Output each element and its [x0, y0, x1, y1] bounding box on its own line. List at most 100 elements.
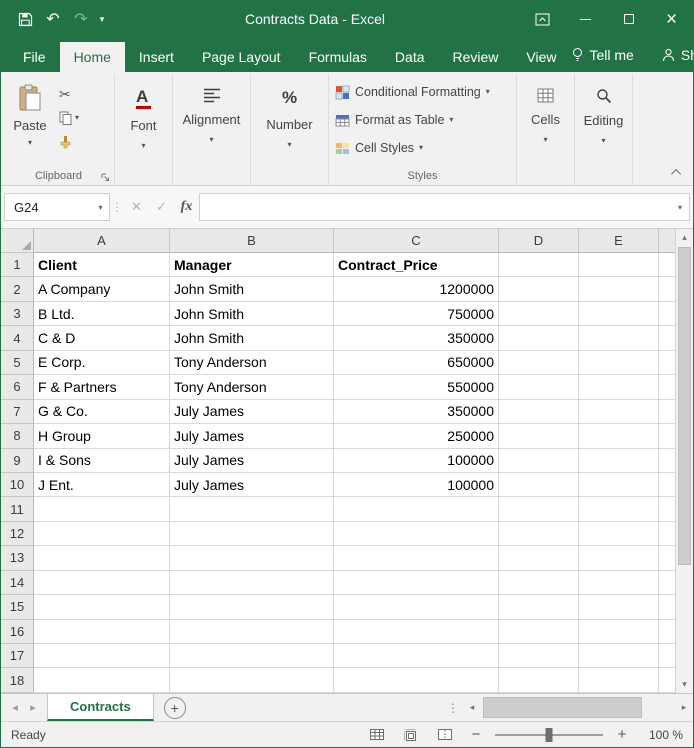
name-box[interactable]: G24 ▾: [4, 193, 110, 221]
row-header-5[interactable]: 5: [1, 351, 34, 375]
zoom-slider[interactable]: [495, 727, 603, 743]
horizontal-scroll-track[interactable]: [481, 694, 675, 721]
scroll-left-button[interactable]: ◂: [463, 694, 481, 721]
row-header-4[interactable]: 4: [1, 326, 34, 350]
cell-A17[interactable]: [34, 644, 170, 668]
vertical-scrollbar[interactable]: ▴ ▾: [675, 229, 693, 693]
maximize-button[interactable]: [607, 1, 650, 37]
row-header-9[interactable]: 9: [1, 449, 34, 473]
cell-D4[interactable]: [499, 326, 579, 350]
cell-A11[interactable]: [34, 497, 170, 521]
tab-review[interactable]: Review: [439, 42, 513, 72]
cell-D11[interactable]: [499, 497, 579, 521]
cell-B13[interactable]: [170, 546, 334, 570]
clipboard-dialog-launcher[interactable]: [101, 173, 110, 182]
share-button[interactable]: Share: [662, 47, 694, 63]
insert-function-button[interactable]: fx: [174, 193, 199, 221]
cancel-entry-button[interactable]: ✕: [124, 193, 149, 221]
cell-E3[interactable]: [579, 302, 659, 326]
cell-E12[interactable]: [579, 522, 659, 546]
cell-E14[interactable]: [579, 571, 659, 595]
scroll-right-button[interactable]: ▸: [675, 694, 693, 721]
cell-B8[interactable]: July James: [170, 424, 334, 448]
cut-button[interactable]: ✂: [59, 84, 79, 104]
cell-C1[interactable]: Contract_Price: [334, 253, 499, 277]
cell-E17[interactable]: [579, 644, 659, 668]
format-as-table-button[interactable]: Format as Table ▾: [331, 108, 514, 132]
cell-C17[interactable]: [334, 644, 499, 668]
page-break-preview-button[interactable]: [433, 725, 457, 745]
cell-D10[interactable]: [499, 473, 579, 497]
enter-entry-button[interactable]: ✓: [149, 193, 174, 221]
cell-D12[interactable]: [499, 522, 579, 546]
cell-D5[interactable]: [499, 351, 579, 375]
cell-D13[interactable]: [499, 546, 579, 570]
cell-A9[interactable]: I & Sons: [34, 449, 170, 473]
font-group-button[interactable]: A Font ▾: [117, 76, 170, 185]
cell-B4[interactable]: John Smith: [170, 326, 334, 350]
cell-C16[interactable]: [334, 620, 499, 644]
cell-C4[interactable]: 350000: [334, 326, 499, 350]
cell-E7[interactable]: [579, 400, 659, 424]
format-painter-button[interactable]: [59, 132, 79, 152]
tab-file[interactable]: File: [9, 42, 60, 72]
expand-formula-bar-icon[interactable]: ▾: [671, 203, 689, 212]
conditional-formatting-button[interactable]: Conditional Formatting ▾: [331, 80, 514, 104]
cell-C3[interactable]: 750000: [334, 302, 499, 326]
cell-B18[interactable]: [170, 668, 334, 692]
cell-A14[interactable]: [34, 571, 170, 595]
cell-E9[interactable]: [579, 449, 659, 473]
cell-E6[interactable]: [579, 375, 659, 399]
row-header-11[interactable]: 11: [1, 497, 34, 521]
cell-C10[interactable]: 100000: [334, 473, 499, 497]
cell-E1[interactable]: [579, 253, 659, 277]
tab-data[interactable]: Data: [381, 42, 439, 72]
ribbon-display-options-button[interactable]: [521, 1, 564, 37]
redo-button[interactable]: ↷: [67, 4, 95, 34]
horizontal-scroll-thumb[interactable]: [483, 697, 642, 718]
cell-E8[interactable]: [579, 424, 659, 448]
number-group-button[interactable]: % Number ▾: [253, 76, 326, 185]
cell-B16[interactable]: [170, 620, 334, 644]
cell-E18[interactable]: [579, 668, 659, 692]
cell-A16[interactable]: [34, 620, 170, 644]
cell-B6[interactable]: Tony Anderson: [170, 375, 334, 399]
cell-E15[interactable]: [579, 595, 659, 619]
cell-B10[interactable]: July James: [170, 473, 334, 497]
cell-D14[interactable]: [499, 571, 579, 595]
cell-D16[interactable]: [499, 620, 579, 644]
cell-B2[interactable]: John Smith: [170, 277, 334, 301]
cell-C13[interactable]: [334, 546, 499, 570]
tab-view[interactable]: View: [512, 42, 570, 72]
tab-home[interactable]: Home: [60, 42, 125, 72]
vertical-scroll-thumb[interactable]: [678, 247, 691, 565]
cell-B3[interactable]: John Smith: [170, 302, 334, 326]
column-header-B[interactable]: B: [170, 229, 334, 253]
horizontal-scrollbar[interactable]: ◂ ▸: [463, 694, 693, 721]
cell-C6[interactable]: 550000: [334, 375, 499, 399]
cell-B12[interactable]: [170, 522, 334, 546]
sheet-tab-contracts[interactable]: Contracts: [47, 694, 154, 721]
scroll-down-button[interactable]: ▾: [676, 676, 693, 693]
cell-A10[interactable]: J Ent.: [34, 473, 170, 497]
next-sheet-button[interactable]: ▸: [25, 701, 41, 714]
undo-button[interactable]: ↶: [39, 4, 67, 34]
column-header-E[interactable]: E: [579, 229, 659, 253]
cell-E16[interactable]: [579, 620, 659, 644]
row-header-7[interactable]: 7: [1, 400, 34, 424]
row-header-6[interactable]: 6: [1, 375, 34, 399]
save-button[interactable]: [11, 4, 39, 34]
cell-D8[interactable]: [499, 424, 579, 448]
cell-C11[interactable]: [334, 497, 499, 521]
alignment-group-button[interactable]: Alignment ▾: [175, 76, 248, 185]
cell-E11[interactable]: [579, 497, 659, 521]
cell-B9[interactable]: July James: [170, 449, 334, 473]
row-header-2[interactable]: 2: [1, 277, 34, 301]
cell-B7[interactable]: July James: [170, 400, 334, 424]
cell-D6[interactable]: [499, 375, 579, 399]
tab-formulas[interactable]: Formulas: [295, 42, 381, 72]
tab-insert[interactable]: Insert: [125, 42, 188, 72]
customize-quick-access-button[interactable]: ▾: [95, 4, 109, 34]
select-all-button[interactable]: [1, 229, 34, 253]
cell-A8[interactable]: H Group: [34, 424, 170, 448]
